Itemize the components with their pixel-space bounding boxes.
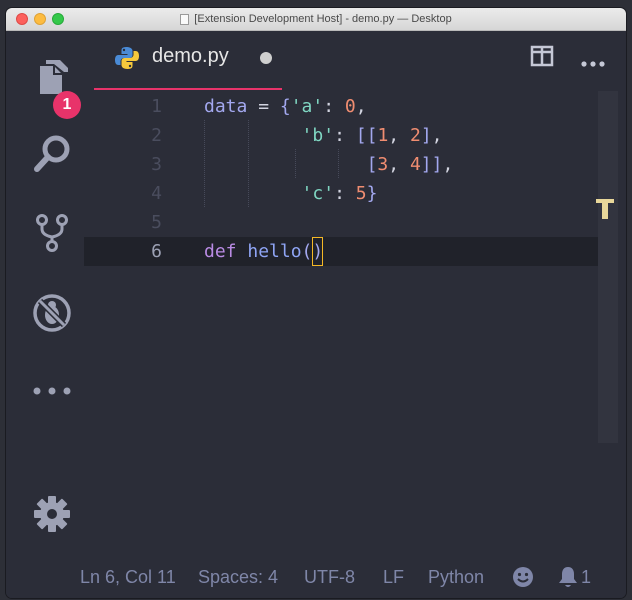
line-number[interactable]: 1 — [84, 92, 162, 121]
code-token: 'b' — [301, 125, 335, 146]
code-line[interactable]: 4 'c': 5} — [84, 179, 598, 208]
indent-guide — [338, 149, 339, 178]
search-icon — [34, 135, 70, 172]
code-token: 'c' — [301, 183, 335, 204]
editor-scrollbar[interactable] — [598, 91, 618, 443]
text-cursor: ) — [312, 237, 324, 266]
code-token: ] — [420, 125, 432, 146]
code-line[interactable]: 6 def hello() — [84, 237, 598, 266]
activity-explorer[interactable] — [32, 56, 72, 96]
code-token: : — [334, 183, 356, 204]
indent-guide — [204, 120, 205, 207]
code-token: ( — [301, 241, 313, 262]
code-text: 'b': [[1, 2], — [204, 121, 443, 150]
activity-bar: 1 — [6, 31, 84, 598]
code-token: , — [431, 125, 443, 146]
activity-source-control[interactable] — [32, 213, 72, 253]
split-editor-icon — [530, 45, 554, 67]
line-number[interactable]: 3 — [84, 150, 162, 179]
code-text: 'c': 5} — [204, 179, 378, 208]
code-token: { — [279, 96, 291, 117]
code-text: def hello() — [204, 237, 324, 266]
split-editor-button[interactable] — [530, 45, 554, 71]
code-line[interactable]: 1 data = {'a': 0, — [84, 92, 598, 121]
indentation-status[interactable]: Spaces: 4 — [198, 567, 278, 588]
code-token: 'a' — [290, 96, 324, 117]
code-token: ]] — [420, 154, 443, 175]
code-line[interactable]: 3 [3, 4]], — [84, 150, 598, 179]
more-icon — [33, 387, 71, 395]
line-number[interactable]: 6 — [84, 237, 162, 266]
unsaved-indicator[interactable] — [260, 52, 272, 64]
code-line[interactable]: 5 — [84, 208, 598, 237]
feedback-button[interactable] — [512, 566, 534, 593]
explorer-badge: 1 — [53, 91, 81, 119]
code-token: 5 — [355, 183, 367, 204]
activity-more[interactable] — [32, 371, 72, 411]
window-title: [Extension Development Host] - demo.py —… — [194, 13, 452, 25]
code-token: def — [204, 241, 237, 262]
document-icon — [180, 13, 190, 25]
code-token: = — [247, 96, 280, 117]
files-icon — [40, 60, 68, 94]
vscode-window: [Extension Development Host] - demo.py —… — [6, 8, 626, 598]
tab-demo-py[interactable]: demo.py — [92, 31, 282, 89]
code-token: 2 — [409, 125, 421, 146]
gear-icon — [34, 496, 70, 532]
tab-bar: demo.py — [84, 31, 626, 90]
more-actions-icon — [581, 61, 605, 67]
python-icon — [115, 47, 139, 69]
cursor-position-marker-icon — [596, 199, 614, 219]
cursor-position[interactable]: Ln 6, Col 11 — [80, 567, 176, 588]
language-mode[interactable]: Python — [428, 567, 484, 588]
activity-debug[interactable] — [32, 293, 72, 333]
title-wrap: [Extension Development Host] - demo.py —… — [6, 8, 626, 30]
code-token: data — [204, 96, 248, 117]
code-token: , — [355, 96, 367, 117]
editor-more-actions-button[interactable] — [580, 53, 606, 72]
code-token: : — [323, 96, 345, 117]
notifications-count: 1 — [581, 567, 592, 587]
code-text: data = {'a': 0, — [204, 92, 367, 121]
bell-icon — [559, 567, 577, 587]
indent-guide — [248, 120, 249, 207]
code-line[interactable]: 2 'b': [[1, 2], — [84, 121, 598, 150]
eol-status[interactable]: LF — [383, 567, 404, 588]
code-token: hello — [247, 241, 302, 262]
code-token: , — [388, 154, 410, 175]
activity-search[interactable] — [32, 134, 72, 174]
manage-button[interactable] — [32, 494, 72, 534]
notifications-button[interactable] — [558, 566, 578, 593]
line-number[interactable]: 5 — [84, 208, 162, 237]
debug-disabled-icon — [33, 294, 71, 332]
status-bar: Ln 6, Col 11 Spaces: 4 UTF-8 LF Python 1 — [6, 558, 626, 598]
code-token: [ — [366, 154, 378, 175]
line-number[interactable]: 2 — [84, 121, 162, 150]
code-token: , — [442, 154, 454, 175]
smiley-icon — [513, 567, 533, 587]
line-number[interactable]: 4 — [84, 179, 162, 208]
source-control-icon — [36, 214, 68, 252]
code-token: 1 — [377, 125, 389, 146]
active-tab-underline — [94, 88, 282, 90]
title-bar: [Extension Development Host] - demo.py —… — [6, 8, 626, 31]
code-token: } — [366, 183, 378, 204]
code-token: : — [334, 125, 356, 146]
encoding-status[interactable]: UTF-8 — [304, 567, 355, 588]
code-token: 3 — [377, 154, 389, 175]
code-editor[interactable]: 1 data = {'a': 0, 2 'b': [[1, 2], 3 [3, 4]]… — [84, 91, 626, 551]
code-token: 4 — [409, 154, 421, 175]
indent-guide — [295, 149, 296, 178]
tab-label: demo.py — [152, 45, 229, 67]
code-token: [[ — [355, 125, 378, 146]
code-text: [3, 4]], — [204, 150, 454, 179]
code-token: , — [388, 125, 410, 146]
code-token: 0 — [344, 96, 356, 117]
